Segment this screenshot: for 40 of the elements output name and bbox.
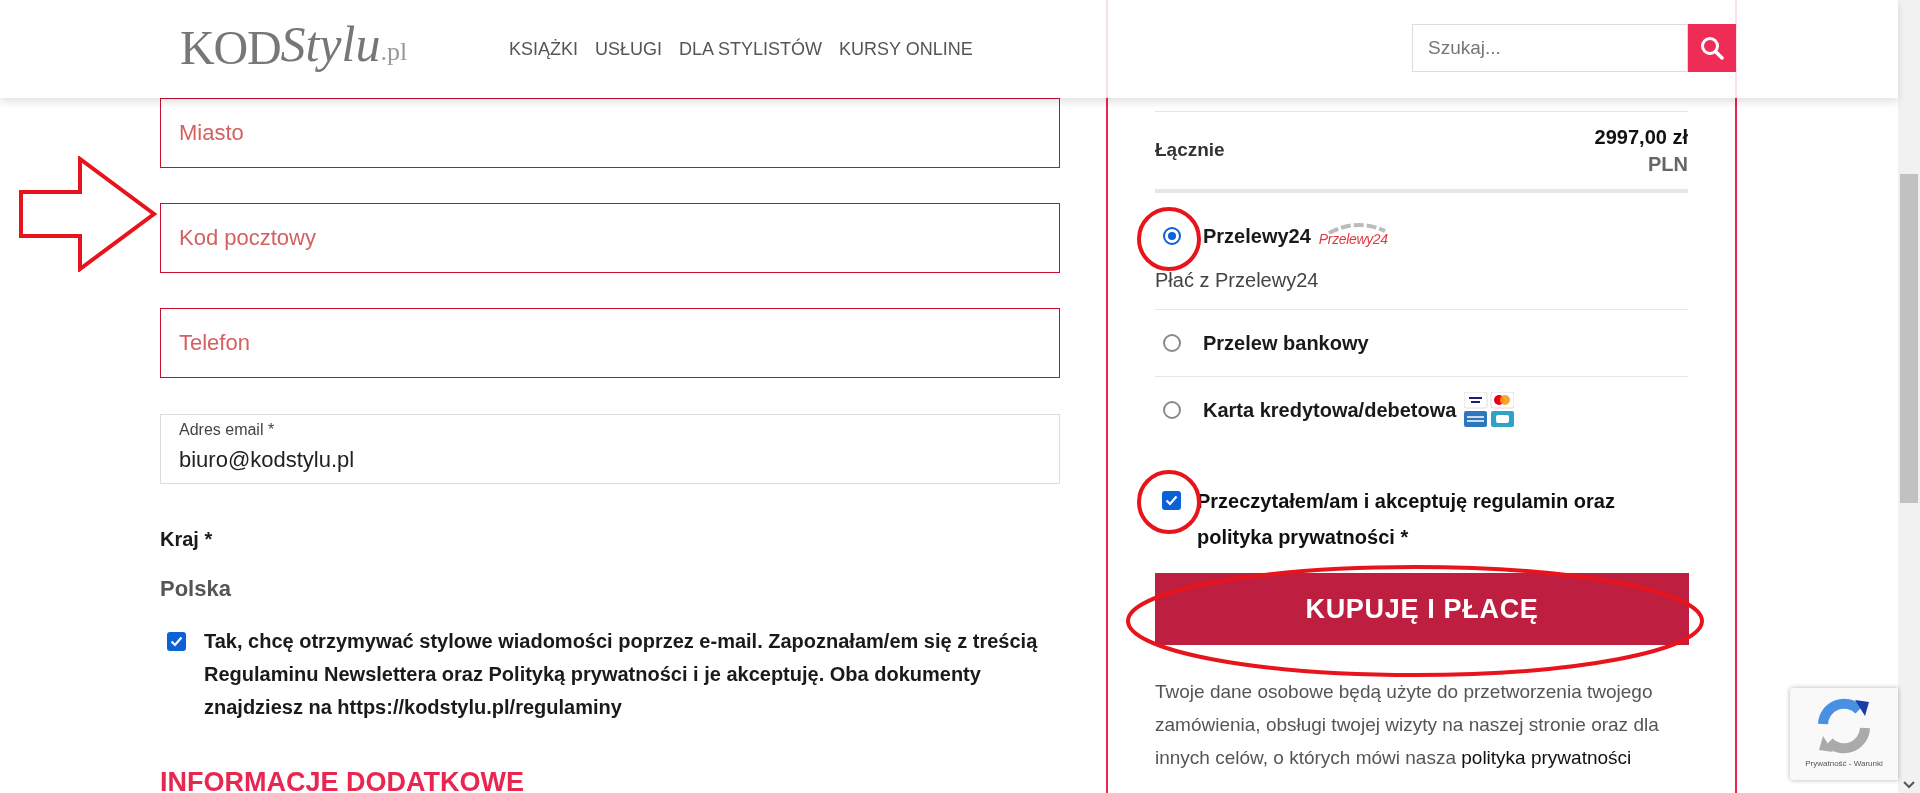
input-field[interactable]: Telefon — [160, 308, 1060, 378]
circle-annotation — [1136, 206, 1202, 272]
country-value: Polska — [160, 575, 232, 603]
checkbox[interactable] — [1162, 491, 1181, 510]
radio-button[interactable] — [1163, 334, 1181, 352]
recaptcha-icon — [1815, 698, 1873, 754]
nav-link[interactable]: USŁUGI — [591, 36, 667, 63]
recaptcha-links[interactable]: Prywatność - Warunki — [1805, 758, 1883, 770]
checkbox[interactable] — [167, 632, 186, 651]
input-field[interactable]: Kod pocztowy — [160, 203, 1060, 273]
payment-description: Płać z Przelewy24 — [1155, 268, 1320, 293]
scroll-down-icon[interactable] — [1903, 781, 1915, 789]
payment-logo: Przelewy24 — [1318, 222, 1395, 250]
payment-method-label[interactable]: Karta kredytowa/debetowa — [1203, 395, 1457, 425]
field-label: Kraj * — [160, 527, 214, 552]
newsletter-consent-text: Tak, chcę otrzymywać stylowe wiadomości poprzez e-mail. Zapoznałam/em się z treścią Regulaminu Newslettera oraz Polityką prywatności i je akceptuję. Oba dokumenty znajdziesz na https://kodstylu.pl/regulaminy — [204, 629, 1039, 720]
recaptcha-badge[interactable]: Prywatność - Warunki — [1790, 688, 1898, 780]
scrollbar-thumb[interactable] — [1900, 174, 1918, 503]
search-button[interactable] — [1688, 24, 1736, 72]
scrollbar-track[interactable] — [1898, 0, 1920, 793]
section-heading: INFORMACJE DODATKOWE — [160, 766, 525, 793]
floating-label: Adres email * — [179, 421, 275, 439]
currency-text: PLN — [1648, 151, 1688, 177]
search-field[interactable]: Szukaj... — [1412, 24, 1688, 72]
privacy-link[interactable]: polityka prywatności — [1461, 747, 1632, 768]
radio-button[interactable] — [1163, 401, 1181, 419]
total-label: Łącznie — [1155, 138, 1225, 163]
submit-button[interactable]: KUPUJĘ I PŁACĘ — [1155, 573, 1689, 645]
nav-link[interactable]: KSIĄŻKI — [505, 36, 583, 63]
nav-link[interactable]: KURSY ONLINE — [835, 36, 977, 63]
privacy-note: Twoje dane osobowe będą użyte do przetworzenia twojego zamówienia, obsługi twojej wizyty na naszej stronie oraz dla innych celów, o których mówi nasza polityka prywatności — [1155, 680, 1660, 770]
site-logo[interactable]: KODStylu.pl — [180, 14, 408, 74]
search-icon — [1700, 36, 1724, 60]
payment-method-label[interactable]: Przelewy24 — [1203, 221, 1311, 251]
radio-button[interactable] — [1163, 227, 1181, 245]
nav-link[interactable]: DLA STYLISTÓW — [675, 36, 827, 63]
payment-cards-icon — [1464, 392, 1515, 428]
input-field[interactable]: Miasto — [160, 98, 1060, 168]
payment-method-label[interactable]: Przelew bankowy — [1203, 328, 1369, 358]
total-value: 2997,00 zł — [1594, 124, 1688, 150]
